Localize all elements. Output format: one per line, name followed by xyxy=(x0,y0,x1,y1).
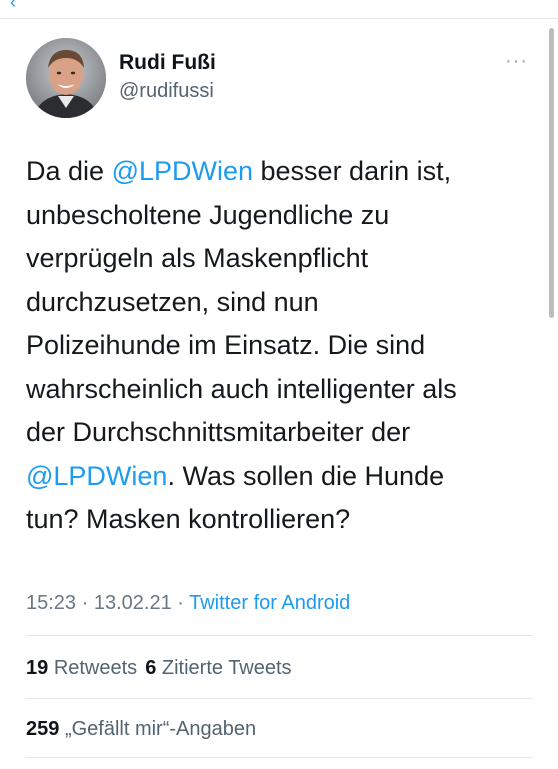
tweet-text-line: @LPDWien. Was sollen die Hunde xyxy=(26,455,526,499)
tweet-text-segment: der Durchschnittsmitarbeiter der xyxy=(26,417,411,447)
author-names: Rudi Fußi @rudifussi xyxy=(119,50,216,104)
divider xyxy=(26,698,532,699)
tweet-meta: 15:23 · 13.02.21 · Twitter for Android xyxy=(26,590,350,616)
tweet-date[interactable]: 13.02.21 xyxy=(94,592,172,614)
tweet-text-line: verprügeln als Maskenpflicht xyxy=(26,237,526,281)
tweet-text-line: wahrscheinlich auch intelligenter als xyxy=(26,368,526,412)
divider xyxy=(26,635,532,636)
author-display-name[interactable]: Rudi Fußi xyxy=(119,50,216,76)
tweet-text-line: tun? Masken kontrollieren? xyxy=(26,498,526,542)
retweets-label: Retweets xyxy=(53,657,138,679)
tweet-text-segment: Da die xyxy=(26,156,112,186)
engagement-row: 19 Retweets 6 Zitierte Tweets xyxy=(26,655,292,681)
divider xyxy=(26,757,532,758)
mention-link[interactable]: @LPDWien xyxy=(112,156,253,186)
top-divider xyxy=(0,18,558,19)
tweet-text-segment: . Was sollen die Hunde xyxy=(167,460,445,491)
more-options-icon[interactable]: ··· xyxy=(505,50,528,73)
author-handle[interactable]: @rudifussi xyxy=(119,78,216,104)
tweet-text-line: Polizeihunde im Einsatz. Die sind xyxy=(26,324,526,368)
likes-label: „Gefällt mir“-Angaben xyxy=(64,718,257,740)
likes-stat[interactable]: 259 „Gefällt mir“-Angaben xyxy=(26,718,256,740)
tweet-text-line: der Durchschnittsmitarbeiter der xyxy=(26,411,526,455)
quotes-count: 6 xyxy=(145,657,157,679)
tweet-text-segment: durchzusetzen, sind nun xyxy=(26,286,319,317)
likes-row: 259 „Gefällt mir“-Angaben xyxy=(26,716,256,742)
avatar-image xyxy=(26,38,106,118)
tweet-text-line: Da die @LPDWien besser darin ist, xyxy=(26,150,526,194)
retweets-count: 19 xyxy=(26,657,49,679)
quotes-stat[interactable]: 6 Zitierte Tweets xyxy=(145,657,291,679)
tweet-header: Rudi Fußi @rudifussi xyxy=(26,38,216,118)
tweet-text-segment: wahrscheinlich auch intelligenter als xyxy=(26,373,457,404)
tweet-text-line: durchzusetzen, sind nun xyxy=(26,281,526,325)
tweet-text-line: unbescholtene Jugendliche zu xyxy=(26,194,526,238)
tweet-text-segment: tun? Masken kontrollieren? xyxy=(26,504,351,534)
tweet-source-link[interactable]: Twitter for Android xyxy=(189,592,350,614)
back-arrow-icon[interactable]: ‹ xyxy=(10,0,16,13)
mention-link[interactable]: @LPDWien xyxy=(26,461,167,491)
quotes-label: Zitierte Tweets xyxy=(161,657,292,679)
avatar[interactable] xyxy=(26,38,106,118)
retweets-stat[interactable]: 19 Retweets xyxy=(26,657,137,679)
tweet-time[interactable]: 15:23 xyxy=(26,592,76,614)
tweet-text-segment: besser darin ist, xyxy=(253,156,452,186)
tweet-text-segment: unbescholtene Jugendliche zu xyxy=(26,199,390,230)
tweet-text-segment: Polizeihunde im Einsatz. Die sind xyxy=(26,330,426,360)
tweet-text: Da die @LPDWien besser darin ist, unbesch… xyxy=(26,150,526,542)
meta-separator: · xyxy=(76,592,94,614)
meta-separator: · xyxy=(171,592,190,614)
tweet-text-segment: verprügeln als Maskenpflicht xyxy=(26,243,369,273)
likes-count: 259 xyxy=(26,718,60,740)
scrollbar[interactable] xyxy=(549,28,554,318)
